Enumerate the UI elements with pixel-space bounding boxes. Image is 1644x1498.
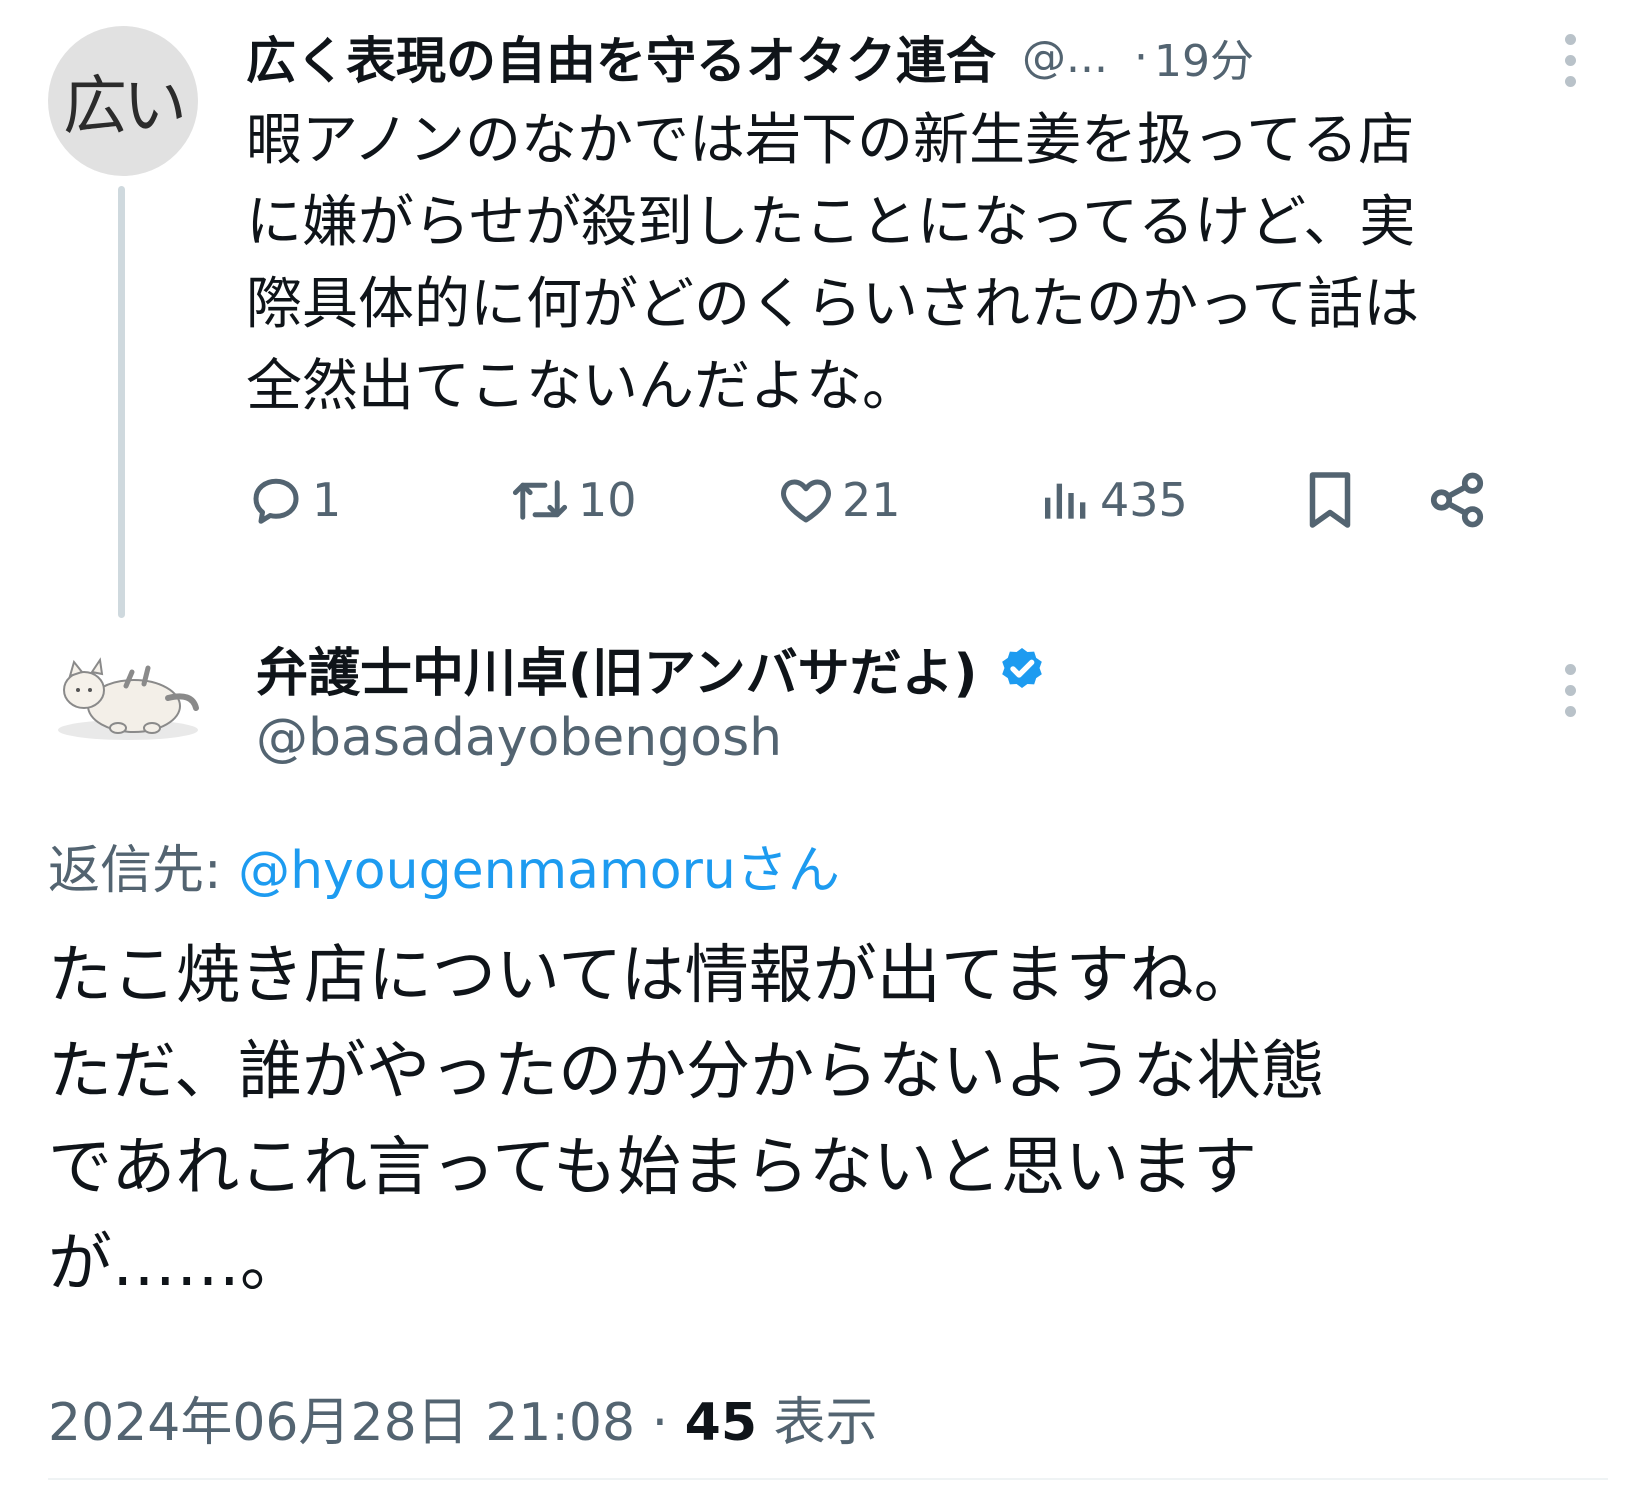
retweet-icon (512, 480, 568, 520)
thread-connector-line (118, 186, 125, 618)
reply-count: 1 (312, 473, 342, 527)
parent-tweet-text: 暇アノンのなかでは岩下の新生姜を扱ってる店 に嫌がらせが殺到したことになってるけ… (246, 108, 1420, 419)
bookmark-icon (1309, 472, 1351, 528)
retweet-count: 10 (578, 473, 637, 527)
views-icon (1045, 483, 1086, 519)
main-tweet-text: たこ焼き店については情報が出てますね。 ただ、誰がやったのか分からないような状態… (48, 939, 1325, 1301)
parent-action-bar: 1 10 21 435 (246, 460, 1586, 540)
bookmark-button[interactable] (1300, 460, 1360, 540)
parent-more-icon[interactable] (1562, 34, 1578, 87)
cat-illustration-icon (58, 657, 199, 740)
meta-separator: · (635, 1393, 685, 1453)
tweet-meta: 2024年06月28日 21:08 · 45 表示 (48, 1380, 878, 1455)
parent-time-separator: · (1133, 31, 1148, 83)
main-avatar[interactable] (48, 632, 208, 762)
like-icon (781, 479, 831, 523)
views-button[interactable]: 435 (1038, 460, 1188, 540)
view-count: 435 (1100, 473, 1188, 527)
divider (48, 1478, 1608, 1480)
main-display-name[interactable]: 弁護士中川卓(旧アンバサだよ) (256, 631, 977, 706)
like-button[interactable]: 21 (776, 460, 901, 540)
parent-avatar[interactable]: 広い (48, 26, 198, 176)
views-label: 表示 (757, 1393, 878, 1453)
parent-handle[interactable]: @... (1022, 32, 1108, 83)
parent-display-name[interactable]: 広く表現の自由を守るオタク連合 (246, 21, 996, 93)
parent-timestamp[interactable]: 19分 (1154, 25, 1254, 89)
reply-to-line: 返信先: @hyougenmamoruさん (48, 828, 840, 903)
reply-button[interactable]: 1 (246, 460, 341, 540)
parent-tweet-header: 広く表現の自由を守るオタク連合 @... · 19分 (246, 22, 1594, 92)
reply-icon (253, 478, 299, 524)
main-name-row: 弁護士中川卓(旧アンバサだよ) (256, 628, 1049, 708)
parent-avatar-text: 広い (63, 70, 187, 144)
reply-to-link[interactable]: @hyougenmamoruさん (238, 841, 840, 901)
main-more-icon[interactable] (1562, 664, 1578, 717)
tweet-timestamp[interactable]: 2024年06月28日 21:08 (48, 1393, 635, 1453)
like-count: 21 (842, 473, 901, 527)
share-icon (1430, 472, 1484, 528)
retweet-button[interactable]: 10 (508, 460, 637, 540)
views-count: 45 (684, 1393, 758, 1453)
reply-to-prefix: 返信先: (48, 841, 239, 901)
verified-badge-icon[interactable] (995, 641, 1049, 695)
share-button[interactable] (1426, 460, 1488, 540)
main-handle[interactable]: @basadayobengosh (256, 708, 782, 768)
